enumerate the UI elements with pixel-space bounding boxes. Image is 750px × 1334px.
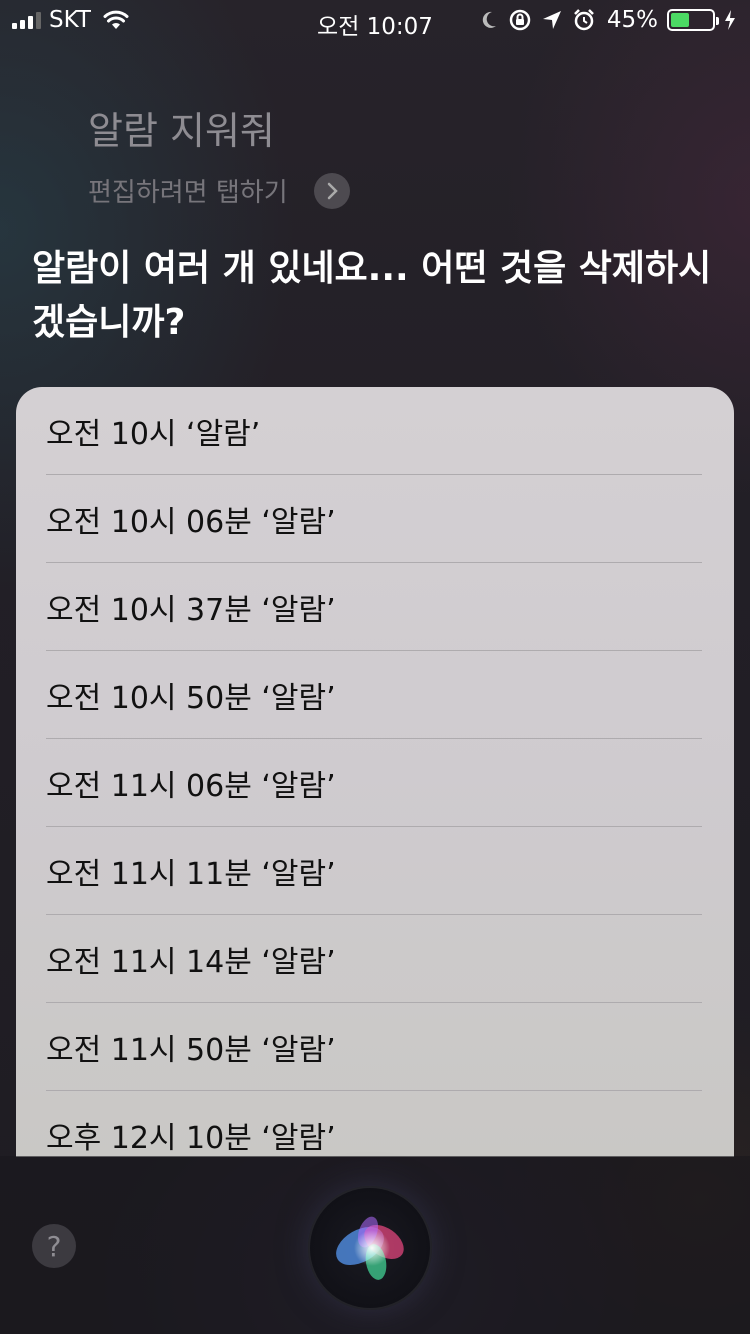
status-bar: SKT 오전 10:07 45% [0, 0, 750, 40]
siri-response-text: 알람이 여러 개 있네요... 어떤 것을 삭제하시겠습니까? [32, 248, 712, 343]
location-arrow-icon [542, 11, 561, 29]
edit-hint[interactable]: 편집하려면 탭하기 [88, 172, 350, 209]
alarm-label: 오전 10시 37분 ‘알람’ [46, 592, 336, 628]
chevron-right-icon[interactable] [313, 172, 350, 209]
alarm-label: 오전 11시 11분 ‘알람’ [46, 856, 336, 892]
charging-bolt-icon [725, 10, 735, 30]
alarm-label: 오전 11시 50분 ‘알람’ [46, 1032, 336, 1068]
alarm-list-item[interactable]: 오전 10시 37분 ‘알람’ [46, 563, 702, 651]
alarm-list-item[interactable]: 오전 11시 06분 ‘알람’ [46, 739, 702, 827]
battery-percentage: 45% [606, 7, 658, 33]
status-right: 45% [479, 7, 736, 33]
battery-icon [667, 9, 719, 31]
alarm-clock-icon [573, 9, 594, 31]
alarm-label: 오후 12시 10분 ‘알람’ [46, 1120, 336, 1156]
alarm-label: 오전 10시 06분 ‘알람’ [46, 504, 336, 540]
alarm-list-item[interactable]: 오전 11시 14분 ‘알람’ [46, 915, 702, 1003]
alarm-list-item[interactable]: 오전 10시 ‘알람’ [46, 387, 702, 475]
help-button[interactable]: ? [32, 1224, 76, 1268]
alarm-label: 오전 11시 14분 ‘알람’ [46, 944, 336, 980]
alarm-list-item[interactable]: 오후 12시 10분 ‘알람’ [46, 1091, 702, 1157]
moon-icon [482, 11, 496, 28]
rotation-lock-icon [509, 9, 531, 31]
battery-level-fill [671, 13, 689, 27]
siri-waveform-icon [336, 1216, 404, 1280]
siri-orb-button[interactable] [308, 1186, 432, 1310]
alarm-label: 오전 10시 ‘알람’ [46, 416, 261, 452]
alarm-label: 오전 11시 06분 ‘알람’ [46, 768, 336, 804]
alarm-list: 오전 10시 ‘알람’ 오전 10시 06분 ‘알람’ 오전 10시 37분 ‘알람… [16, 387, 734, 1157]
alarm-list-item[interactable]: 오전 10시 06분 ‘알람’ [46, 475, 702, 563]
siri-query-text[interactable]: 알람 지워줘 [88, 100, 275, 155]
alarm-list-item[interactable]: 오전 10시 50분 ‘알람’ [46, 651, 702, 739]
alarm-label: 오전 10시 50분 ‘알람’ [46, 680, 336, 716]
alarm-list-item[interactable]: 오전 11시 11분 ‘알람’ [46, 827, 702, 915]
siri-bottom-bar: ? [0, 1156, 750, 1334]
edit-hint-label: 편집하려면 탭하기 [88, 178, 288, 208]
alarm-list-item[interactable]: 오전 11시 50분 ‘알람’ [46, 1003, 702, 1091]
